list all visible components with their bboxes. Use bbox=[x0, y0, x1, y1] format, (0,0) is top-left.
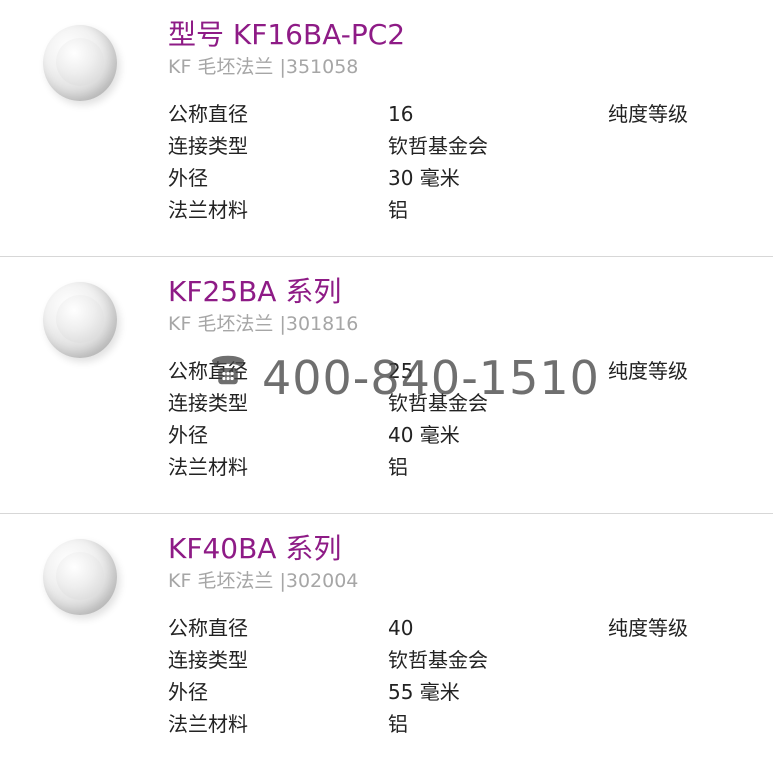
flange-disc-icon bbox=[43, 539, 117, 615]
spec-label: 公称直径 bbox=[168, 616, 248, 640]
product-image[interactable] bbox=[20, 18, 140, 108]
spec-value: 25 bbox=[388, 359, 414, 383]
flange-disc-icon bbox=[43, 282, 117, 358]
spec-extra-label: 纯度等级 bbox=[608, 616, 688, 640]
spec-row: 外径 40 毫米 bbox=[168, 419, 758, 451]
product-card[interactable]: 型号 KF16BA-PC2 KF 毛坯法兰 |351058 公称直径 16 纯度… bbox=[0, 0, 773, 257]
spec-value: 铝 bbox=[388, 198, 408, 222]
spec-row: 法兰材料 铝 bbox=[168, 708, 758, 740]
spec-extra-label: 纯度等级 bbox=[608, 359, 688, 383]
flange-disc-icon bbox=[43, 25, 117, 101]
product-title[interactable]: KF25BA 系列 bbox=[168, 275, 341, 309]
spec-value: 钦哲基金会 bbox=[388, 648, 488, 672]
product-subtitle: KF 毛坯法兰 |351058 bbox=[168, 56, 359, 78]
spec-value: 铝 bbox=[388, 455, 408, 479]
spec-table: 公称直径 25 纯度等级 连接类型 钦哲基金会 外径 40 毫米 法兰材料 铝 bbox=[168, 355, 758, 483]
spec-row: 公称直径 16 纯度等级 bbox=[168, 98, 758, 130]
spec-label: 连接类型 bbox=[168, 648, 248, 672]
product-card[interactable]: KF25BA 系列 KF 毛坯法兰 |301816 公称直径 25 纯度等级 连… bbox=[0, 257, 773, 514]
spec-label: 公称直径 bbox=[168, 359, 248, 383]
spec-value: 钦哲基金会 bbox=[388, 391, 488, 415]
spec-row: 连接类型 钦哲基金会 bbox=[168, 130, 758, 162]
spec-label: 公称直径 bbox=[168, 102, 248, 126]
spec-value: 40 bbox=[388, 616, 414, 640]
spec-value: 40 毫米 bbox=[388, 423, 460, 447]
spec-row: 公称直径 25 纯度等级 bbox=[168, 355, 758, 387]
product-image[interactable] bbox=[20, 532, 140, 622]
product-title[interactable]: 型号 KF16BA-PC2 bbox=[168, 18, 405, 52]
product-title[interactable]: KF40BA 系列 bbox=[168, 532, 341, 566]
spec-row: 连接类型 钦哲基金会 bbox=[168, 387, 758, 419]
product-image[interactable] bbox=[20, 275, 140, 365]
spec-label: 外径 bbox=[168, 423, 208, 447]
spec-row: 公称直径 40 纯度等级 bbox=[168, 612, 758, 644]
spec-value: 16 bbox=[388, 102, 414, 126]
spec-label: 连接类型 bbox=[168, 134, 248, 158]
spec-value: 铝 bbox=[388, 712, 408, 736]
spec-label: 外径 bbox=[168, 166, 208, 190]
spec-row: 连接类型 钦哲基金会 bbox=[168, 644, 758, 676]
spec-value: 30 毫米 bbox=[388, 166, 460, 190]
spec-label: 法兰材料 bbox=[168, 455, 248, 479]
product-card[interactable]: KF40BA 系列 KF 毛坯法兰 |302004 公称直径 40 纯度等级 连… bbox=[0, 514, 773, 771]
spec-label: 外径 bbox=[168, 680, 208, 704]
product-subtitle: KF 毛坯法兰 |302004 bbox=[168, 570, 359, 592]
spec-row: 外径 30 毫米 bbox=[168, 162, 758, 194]
spec-row: 外径 55 毫米 bbox=[168, 676, 758, 708]
spec-label: 连接类型 bbox=[168, 391, 248, 415]
spec-extra-label: 纯度等级 bbox=[608, 102, 688, 126]
spec-value: 55 毫米 bbox=[388, 680, 460, 704]
product-subtitle: KF 毛坯法兰 |301816 bbox=[168, 313, 359, 335]
spec-label: 法兰材料 bbox=[168, 712, 248, 736]
spec-row: 法兰材料 铝 bbox=[168, 451, 758, 483]
spec-value: 钦哲基金会 bbox=[388, 134, 488, 158]
spec-table: 公称直径 16 纯度等级 连接类型 钦哲基金会 外径 30 毫米 法兰材料 铝 bbox=[168, 98, 758, 226]
spec-table: 公称直径 40 纯度等级 连接类型 钦哲基金会 外径 55 毫米 法兰材料 铝 bbox=[168, 612, 758, 740]
spec-label: 法兰材料 bbox=[168, 198, 248, 222]
spec-row: 法兰材料 铝 bbox=[168, 194, 758, 226]
